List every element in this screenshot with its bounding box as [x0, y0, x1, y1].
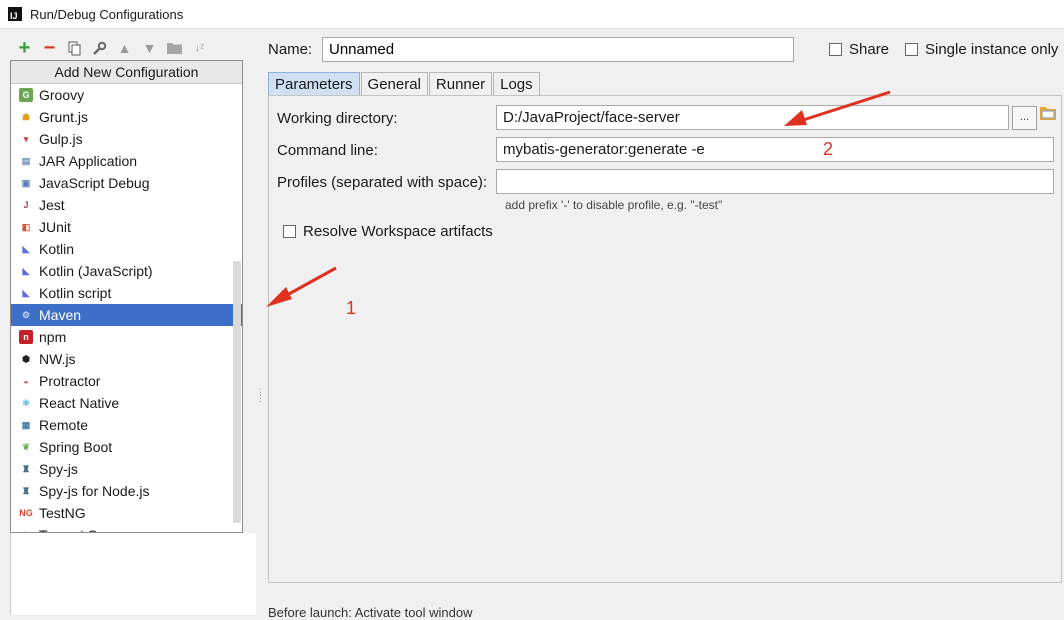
annotation-arrowhead-1	[266, 287, 292, 307]
annotation-number-2: 2	[823, 139, 834, 159]
annotation-arrows	[266, 90, 891, 307]
annotation-number-1: 1	[346, 298, 357, 318]
annotation-arrow-2	[799, 90, 891, 123]
before-launch-label: Before launch: Activate tool window	[268, 605, 473, 620]
annotation-arrowhead-2	[784, 110, 807, 126]
